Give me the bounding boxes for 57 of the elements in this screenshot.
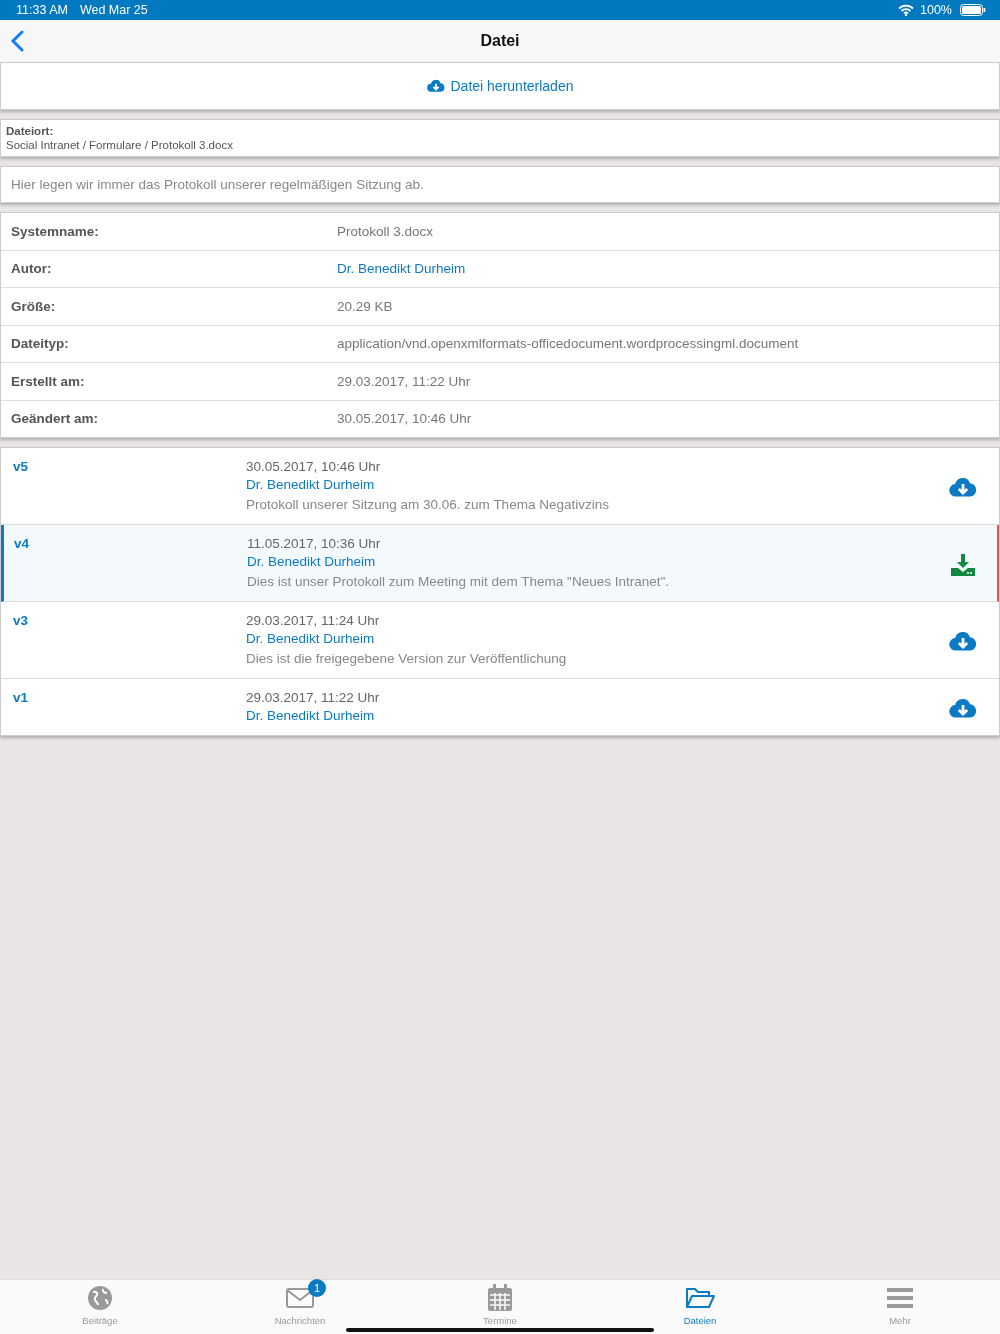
version-row[interactable]: v3 29.03.2017, 11:24 Uhr Dr. Benedikt Durheim Dies ist die freigegebene Version zur Veröffentlichung [1, 602, 999, 679]
author-link[interactable]: Dr. Benedikt Durheim [246, 477, 949, 492]
property-label: Dateityp: [11, 336, 70, 352]
cloud-download-icon[interactable] [949, 698, 977, 719]
property-value: 30.05.2017, 10:46 Uhr [337, 411, 472, 427]
globe-icon [87, 1285, 113, 1311]
property-label: Erstellt am: [11, 373, 86, 389]
tab[interactable]: Mehr [800, 1280, 1000, 1334]
version-date: 11.05.2017, 10:36 Uhr [247, 536, 382, 551]
mail-icon [286, 1288, 314, 1308]
cloud-download-icon [426, 79, 445, 93]
tab[interactable]: 1 Nachrichten [200, 1280, 400, 1334]
location-path: Social Intranet / Formulare / Protokoll 3.docx [6, 139, 234, 151]
author-link[interactable]: Dr. Benedikt Durheim [247, 554, 951, 569]
version-label: v5 [13, 459, 30, 474]
menu-icon [887, 1287, 913, 1309]
version-date: 30.05.2017, 10:46 Uhr [246, 459, 382, 474]
property-label: Größe: [11, 298, 57, 314]
tab[interactable]: Termine [400, 1280, 600, 1334]
description-text: Hier legen wir immer das Protokoll unserer regelmäßigen Sitzung ab. [11, 177, 424, 192]
property-value: 20.29 KB [337, 298, 393, 314]
version-label: v3 [13, 613, 30, 628]
version-label: v1 [13, 690, 30, 705]
property-value: Protokoll 3.docx [337, 223, 434, 239]
unread-badge: 1 [308, 1279, 326, 1297]
version-comment: Protokoll unserer Sitzung am 30.06. zum Thema Negativzins [246, 497, 610, 512]
nav-title: Datei [480, 32, 520, 50]
property-value: 29.03.2017, 11:22 Uhr [337, 373, 471, 389]
property-label: Geändert am: [11, 411, 100, 427]
version-row[interactable]: v1 29.03.2017, 11:22 Uhr Dr. Benedikt Durheim [1, 679, 999, 735]
version-comment: Dies ist unser Protokoll zum Meeting mit dem Thema "Neues Intranet". [247, 574, 670, 589]
battery-icon [960, 4, 986, 16]
author-link[interactable]: Dr. Benedikt Durheim [337, 261, 466, 277]
tab[interactable]: Dateien [600, 1280, 800, 1334]
version-comment: Dies ist die freigegebene Version zur Veröffentlichung [246, 651, 568, 666]
version-date: 29.03.2017, 11:24 Uhr [246, 613, 381, 628]
status-time: 11:33 AM [16, 3, 68, 17]
version-row[interactable]: v4 11.05.2017, 10:36 Uhr Dr. Benedikt Durheim Dies ist unser Protokoll zum Meeting mit dem Thema "Neues Intranet". [1, 525, 999, 602]
status-date: Wed Mar 25 [79, 3, 148, 17]
battery-percent: 100% [920, 3, 952, 17]
author-link[interactable]: Dr. Benedikt Durheim [246, 631, 949, 646]
folder-icon [685, 1286, 715, 1310]
property-value: application/vnd.openxmlformats-officedocument.wordprocessingml.document [337, 336, 799, 352]
location-label: Dateiort: [6, 125, 55, 137]
property-label: Systemname: [11, 223, 100, 239]
version-label: v4 [14, 536, 31, 551]
version-date: 29.03.2017, 11:22 Uhr [246, 690, 381, 705]
cloud-download-icon[interactable] [949, 631, 977, 652]
download-tray-icon[interactable] [951, 553, 975, 576]
calendar-icon [487, 1284, 513, 1312]
property-label: Autor: [11, 261, 53, 277]
tab[interactable]: Beiträge [0, 1280, 200, 1334]
download-button[interactable]: Datei herunterladen [420, 74, 580, 98]
back-icon[interactable] [10, 30, 24, 52]
wifi-icon [898, 4, 914, 16]
cloud-download-icon[interactable] [949, 477, 977, 498]
author-link[interactable]: Dr. Benedikt Durheim [246, 708, 949, 723]
